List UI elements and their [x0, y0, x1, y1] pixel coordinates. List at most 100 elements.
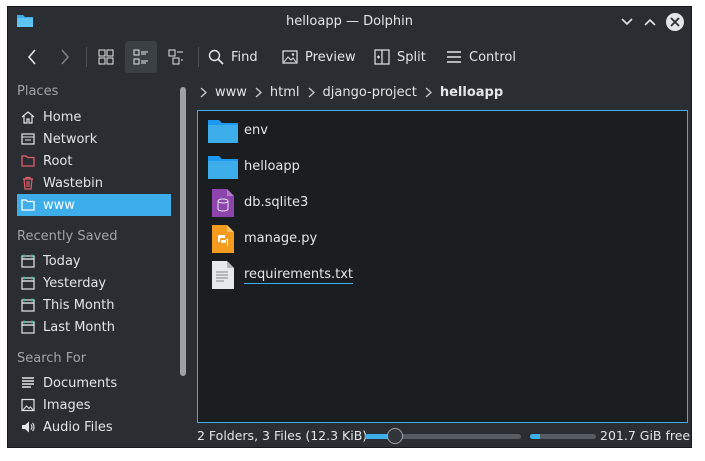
- close-button[interactable]: [666, 13, 684, 31]
- split-label: Split: [397, 49, 426, 65]
- control-label: Control: [469, 49, 516, 65]
- details-view-icon: [168, 49, 183, 65]
- breadcrumb-item-helloapp[interactable]: helloapp: [434, 85, 509, 100]
- sidebar-item-label: Root: [43, 153, 73, 169]
- sidebar-item-label: Yesterday: [43, 275, 107, 291]
- chevron-right-icon: [61, 49, 70, 65]
- maximize-button[interactable]: [641, 13, 659, 31]
- sidebar-item-label: Audio Files: [43, 419, 113, 435]
- folder-icon: [21, 198, 35, 212]
- toolbar-separator: [86, 47, 87, 67]
- search-icon: [208, 49, 224, 65]
- icons-view-button[interactable]: [90, 41, 122, 73]
- sidebar-item-label: Wastebin: [43, 175, 103, 191]
- network-icon: [21, 132, 35, 146]
- recently-saved-header: Recently Saved: [17, 229, 118, 244]
- preview-button[interactable]: Preview: [282, 41, 356, 73]
- back-button[interactable]: [16, 41, 48, 73]
- find-label: Find: [231, 49, 258, 65]
- audio-icon: [21, 420, 35, 434]
- sidebar-item-root[interactable]: Root: [17, 150, 171, 172]
- sidebar-item-last-month[interactable]: Last Month: [17, 316, 171, 338]
- disk-usage-fill: [530, 434, 540, 439]
- sidebar-item-label: Today: [43, 253, 81, 269]
- hamburger-menu-icon: [447, 51, 461, 63]
- control-menu-button[interactable]: Control: [446, 41, 516, 73]
- sidebar-item-today[interactable]: Today: [17, 250, 171, 272]
- file-item[interactable]: helloapp: [208, 150, 300, 184]
- places-panel: Places Home Network Root Wastebin www Re…: [8, 79, 188, 447]
- find-button[interactable]: Find: [208, 41, 258, 73]
- chevron-right-icon[interactable]: [306, 86, 317, 98]
- file-item[interactable]: db.sqlite3: [208, 186, 308, 220]
- window-title: helloapp — Dolphin: [285, 14, 414, 29]
- images-icon: [21, 398, 35, 412]
- sidebar-item-documents[interactable]: Documents: [17, 372, 171, 394]
- file-view[interactable]: env helloapp db.sqlite3 manage.py requir…: [197, 110, 688, 423]
- home-icon: [21, 110, 35, 124]
- split-view-icon: [374, 49, 390, 65]
- sidebar-item-this-month[interactable]: This Month: [17, 294, 171, 316]
- icons-view-icon: [98, 49, 114, 65]
- chevron-right-icon[interactable]: [198, 86, 209, 98]
- chevron-right-icon[interactable]: [423, 86, 434, 98]
- sidebar-item-label: Documents: [43, 375, 118, 391]
- breadcrumb-item-html[interactable]: html: [264, 85, 306, 100]
- sidebar-item-images[interactable]: Images: [17, 394, 171, 416]
- folder-summary: 2 Folders, 3 Files (12.3 KiB): [197, 428, 368, 443]
- trash-icon: [21, 176, 35, 190]
- sidebar-scrollbar[interactable]: [180, 87, 186, 376]
- python-file-icon: [208, 224, 238, 254]
- image-preview-icon: [282, 50, 298, 64]
- database-file-icon: [208, 188, 238, 218]
- disk-usage-bar[interactable]: [530, 434, 596, 439]
- calendar-icon: [21, 276, 35, 290]
- split-button[interactable]: Split: [374, 41, 426, 73]
- compact-view-button[interactable]: [125, 41, 157, 73]
- zoom-slider-handle[interactable]: [387, 428, 403, 444]
- sidebar-item-www[interactable]: www: [17, 194, 171, 216]
- places-header: Places: [17, 84, 59, 99]
- sidebar-item-home[interactable]: Home: [17, 106, 171, 128]
- compact-view-icon: [133, 49, 148, 65]
- sidebar-item-label: Network: [43, 131, 98, 147]
- preview-label: Preview: [305, 49, 356, 65]
- file-item[interactable]: env: [208, 114, 268, 148]
- breadcrumb-item-django-project[interactable]: django-project: [317, 85, 423, 100]
- documents-icon: [21, 376, 35, 390]
- file-name: db.sqlite3: [244, 195, 309, 210]
- sidebar-item-audio-files[interactable]: Audio Files: [17, 416, 171, 438]
- file-name: helloapp: [244, 159, 300, 174]
- breadcrumb-item-www[interactable]: www: [209, 85, 253, 100]
- sidebar-item-label: www: [43, 197, 75, 213]
- calendar-icon: [21, 254, 35, 268]
- search-for-header: Search For: [17, 351, 87, 366]
- sidebar-item-network[interactable]: Network: [17, 128, 171, 150]
- zoom-slider[interactable]: [365, 428, 521, 444]
- chevron-right-icon[interactable]: [253, 86, 264, 98]
- sidebar-item-label: Last Month: [43, 319, 115, 335]
- sidebar-item-label: Home: [43, 109, 82, 125]
- calendar-icon: [21, 298, 35, 312]
- sidebar-item-label: Images: [43, 397, 91, 413]
- free-space-label: 201.7 GiB free: [600, 428, 691, 443]
- sidebar-item-yesterday[interactable]: Yesterday: [17, 272, 171, 294]
- status-bar: 2 Folders, 3 Files (12.3 KiB) 201.7 GiB …: [197, 427, 691, 445]
- toolbar-separator: [198, 47, 199, 67]
- forward-button[interactable]: [49, 41, 81, 73]
- breadcrumb: www html django-project helloapp: [198, 81, 509, 103]
- file-name: manage.py: [244, 231, 318, 246]
- title-bar[interactable]: helloapp — Dolphin: [8, 7, 691, 37]
- folder-icon: [208, 116, 238, 146]
- chevron-left-icon: [27, 49, 36, 65]
- calendar-icon: [21, 320, 35, 334]
- details-view-button[interactable]: [160, 41, 192, 73]
- dolphin-window: helloapp — Dolphin Find Preview Split Co…: [7, 6, 692, 448]
- file-item[interactable]: manage.py: [208, 222, 317, 256]
- file-name: env: [244, 123, 268, 138]
- file-item[interactable]: requirements.txt: [208, 258, 354, 292]
- minimize-button[interactable]: [618, 13, 636, 31]
- folder-icon: [208, 152, 238, 182]
- sidebar-item-wastebin[interactable]: Wastebin: [17, 172, 171, 194]
- folder-red-icon: [21, 154, 35, 168]
